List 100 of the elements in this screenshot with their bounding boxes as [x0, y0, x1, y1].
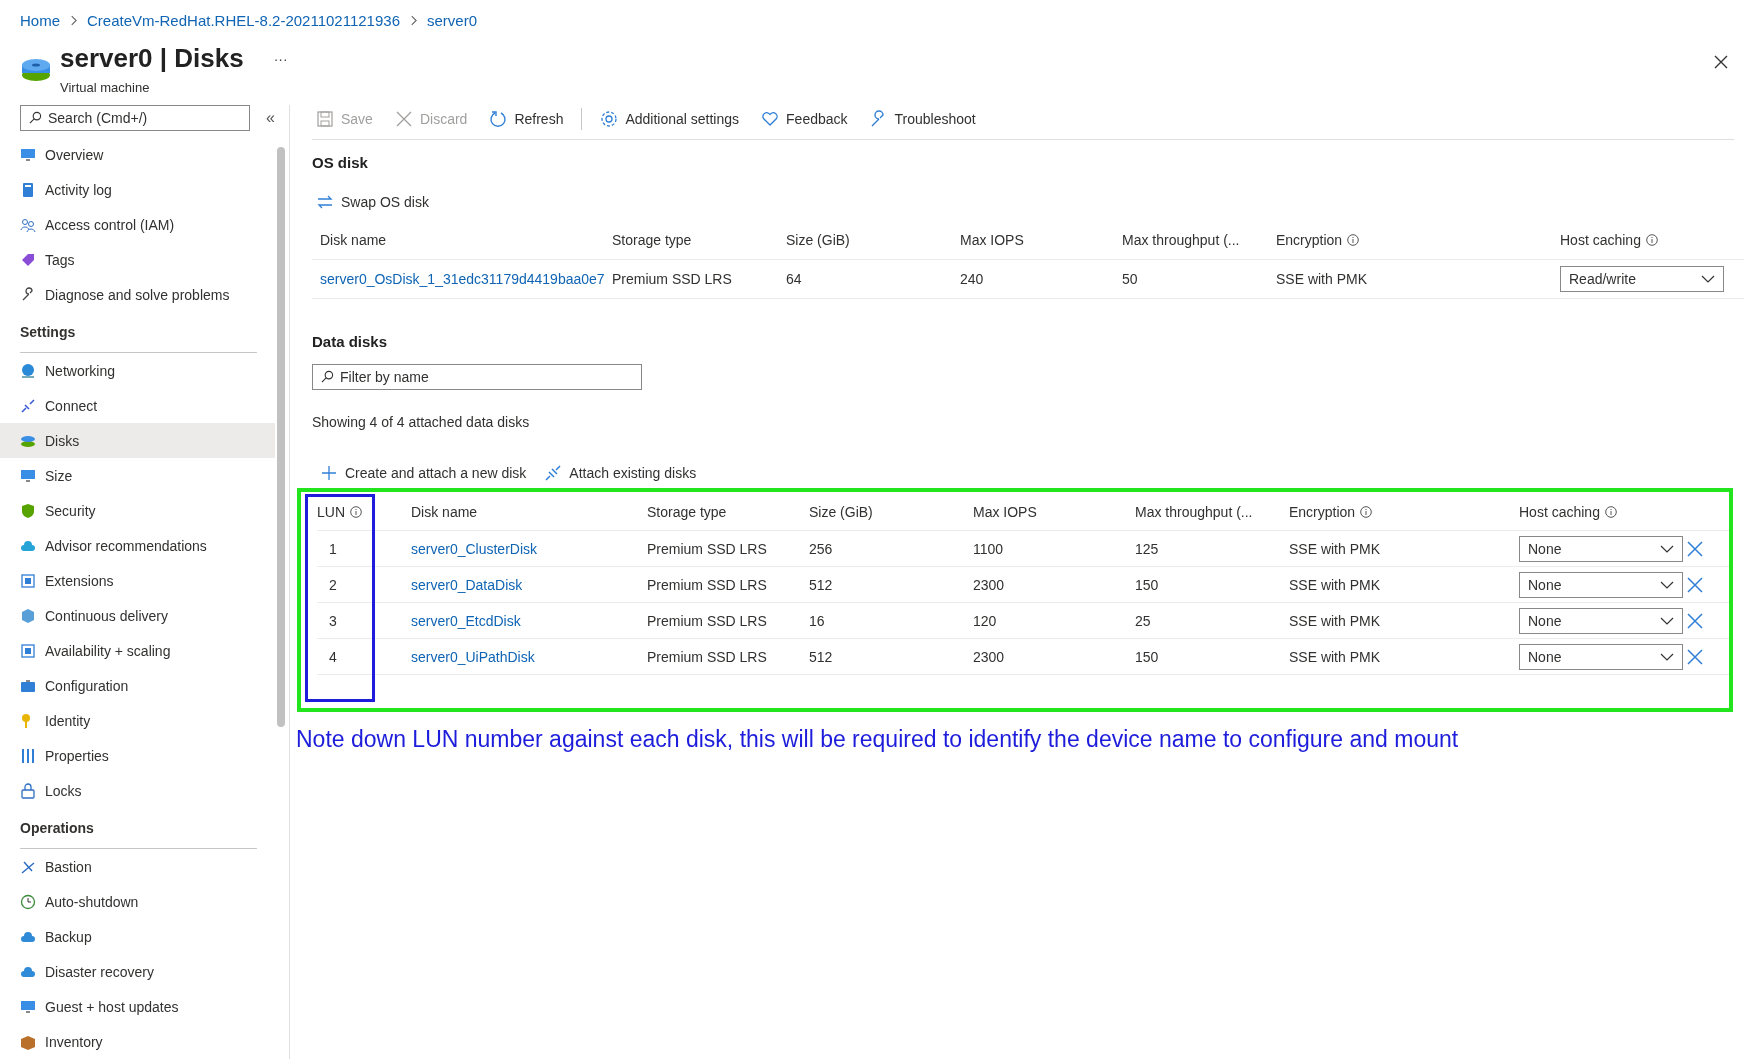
sidebar-item[interactable]: Locks — [0, 773, 275, 808]
breadcrumb-link[interactable]: Home — [20, 11, 60, 29]
info-icon — [350, 506, 362, 518]
sidebar-item[interactable]: Size — [0, 458, 275, 493]
sidebar-item[interactable]: Properties — [0, 738, 275, 773]
page-title: server0 | Disks — [60, 43, 244, 74]
table-cell: 150 — [1135, 648, 1159, 665]
swap-button[interactable]: Swap OS disk — [312, 191, 433, 213]
sidebar-item[interactable]: Identity — [0, 703, 275, 738]
table-cell: 120 — [973, 612, 997, 629]
sidebar-item[interactable]: Networking — [0, 353, 275, 388]
table-cell: 512 — [809, 648, 833, 665]
filter-field[interactable]: Filter by name — [312, 364, 642, 390]
table-cell: 16 — [809, 612, 825, 629]
column-header: Encryption — [1276, 232, 1343, 248]
search-icon — [321, 370, 334, 383]
table-cell: 3 — [329, 612, 337, 629]
disk-link[interactable]: server0_UiPathDisk — [411, 648, 535, 665]
sidebar-item[interactable]: Diagnose and solve problems — [0, 277, 275, 312]
table-cell: 1 — [329, 540, 337, 557]
lock-icon — [20, 782, 36, 799]
sidebar-item[interactable]: Disaster recovery — [0, 954, 275, 989]
table-cell: Premium SSD LRS — [612, 271, 732, 287]
column-header: Disk name — [320, 232, 387, 248]
sidebar-item[interactable]: Configuration — [0, 668, 275, 703]
caching-dropdown[interactable]: Read/write — [1560, 266, 1724, 292]
table-cell: 2 — [329, 576, 337, 593]
sidebar-item[interactable]: Guest + host updates — [0, 989, 275, 1024]
table-cell: 240 — [960, 271, 984, 287]
sidebar-item[interactable]: Security — [0, 493, 275, 528]
bars-icon — [20, 747, 36, 764]
table-cell: 2300 — [973, 648, 1005, 665]
cube-icon — [20, 607, 36, 624]
swap-icon — [316, 193, 334, 211]
plus-icon — [320, 464, 338, 482]
caching-dropdown[interactable]: None — [1519, 607, 1683, 634]
close-icon — [394, 110, 413, 128]
disk-link[interactable]: server0_DataDisk — [411, 576, 523, 593]
table-cell: 125 — [1135, 540, 1159, 557]
wrench-icon — [20, 286, 36, 303]
sidebar-item[interactable]: Extensions — [0, 563, 275, 598]
breadcrumb-link[interactable]: CreateVm-RedHat.RHEL-8.2-20211021121936 — [87, 11, 400, 29]
caching-dropdown[interactable]: None — [1519, 535, 1683, 562]
column-header: Size (GiB) — [809, 504, 873, 520]
sidebar-item[interactable]: Inventory — [0, 1024, 275, 1059]
settings-icon — [600, 110, 619, 128]
add-disk-button[interactable]: Create and attach a new disk — [316, 462, 531, 484]
column-header: Encryption — [1289, 504, 1356, 520]
sidebar-item[interactable]: Disks — [0, 423, 275, 458]
info-icon — [1645, 234, 1658, 246]
sidebar-item[interactable]: Auto-shutdown — [0, 884, 275, 919]
disk-link[interactable]: server0_ClusterDisk — [411, 540, 538, 557]
annotation-text: Note down LUN number against each disk, this will be required to identify the device name to configure and mount — [296, 726, 1460, 753]
sidebar-item[interactable]: Activity log — [0, 172, 275, 207]
box-icon — [20, 1033, 36, 1050]
chevron-icon — [1701, 275, 1715, 283]
caching-dropdown[interactable]: None — [1519, 643, 1683, 670]
feedback-button[interactable]: Feedback — [757, 108, 852, 130]
table-cell: 256 — [809, 540, 833, 557]
monitor-icon — [20, 998, 36, 1015]
monitor-icon — [20, 467, 36, 484]
settings-button[interactable]: Additional settings — [596, 108, 744, 130]
sidebar-item[interactable]: Advisor recommendations — [0, 528, 275, 563]
column-header: Max throughput (... — [1135, 504, 1253, 520]
caching-dropdown[interactable]: None — [1519, 571, 1683, 598]
collapse-button[interactable]: « — [266, 109, 275, 127]
search-field[interactable]: Search (Cmd+/) — [20, 105, 250, 131]
breadcrumb-link[interactable]: server0 — [427, 11, 477, 29]
table-cell: Premium SSD LRS — [647, 540, 767, 557]
table-cell: SSE with PMK — [1289, 648, 1381, 665]
table-cell: 25 — [1135, 612, 1151, 629]
disk-link[interactable]: server0_OsDisk_1_31edc31179d4419baa0e7 — [320, 271, 605, 287]
column-header: Storage type — [612, 232, 692, 248]
refresh-button[interactable]: Refresh — [485, 108, 568, 130]
more-button[interactable]: ··· — [273, 50, 288, 67]
disk-link[interactable]: server0_EtcdDisk — [411, 612, 521, 629]
sidebar-item[interactable]: Access control (IAM) — [0, 207, 275, 242]
sidebar-item[interactable]: Backup — [0, 919, 275, 954]
sidebar-item[interactable]: Tags — [0, 242, 275, 277]
troubleshoot-button[interactable]: Troubleshoot — [865, 108, 980, 130]
attach-disk-button[interactable]: Attach existing disks — [540, 462, 701, 484]
chevron-icon — [1660, 616, 1674, 625]
table-cell: SSE with PMK — [1276, 271, 1368, 287]
tag-icon — [20, 251, 36, 268]
section-heading: Data disks — [312, 333, 389, 350]
sidebar-item[interactable]: Continuous delivery — [0, 598, 275, 633]
sidebar-item[interactable]: Availability + scaling — [0, 633, 275, 668]
column-header: Max IOPS — [973, 504, 1037, 520]
column-header: Host caching — [1519, 504, 1600, 520]
sidebar-item[interactable]: Connect — [0, 388, 275, 423]
sidebar-item[interactable]: Bastion — [0, 849, 275, 884]
chevron-icon — [410, 14, 417, 26]
sidebar-item[interactable]: Overview — [0, 137, 275, 172]
chevron-icon — [70, 14, 77, 26]
table-cell: 64 — [786, 271, 802, 287]
close-icon[interactable] — [1714, 55, 1728, 69]
search-icon — [29, 111, 42, 124]
refresh-icon — [489, 110, 508, 128]
clock-icon — [20, 893, 36, 910]
column-header: Disk name — [411, 504, 478, 520]
